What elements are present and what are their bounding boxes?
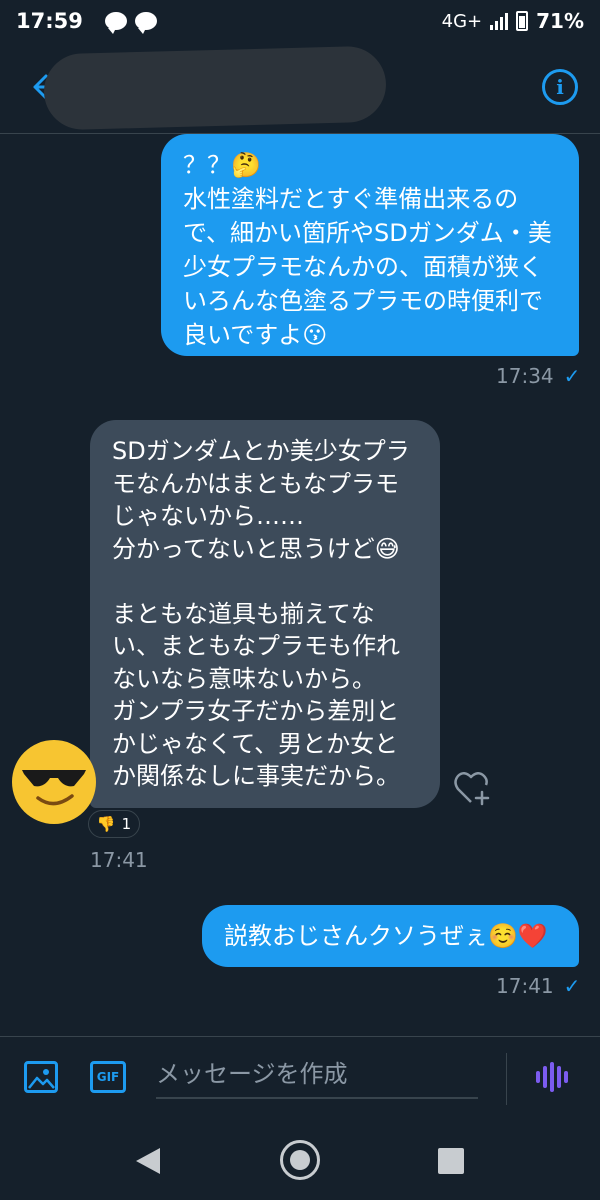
message-meta: 17:41 bbox=[90, 848, 148, 872]
message-input[interactable] bbox=[156, 1051, 478, 1099]
system-navigation-bar bbox=[0, 1120, 600, 1200]
network-type: 4G+ bbox=[441, 10, 483, 32]
reaction-count: 1 bbox=[121, 815, 132, 833]
nav-recents-icon[interactable] bbox=[438, 1148, 464, 1174]
conversation-header: i bbox=[0, 42, 600, 134]
reaction-badge[interactable]: 👎 1 bbox=[88, 810, 140, 838]
thumbs-down-icon: 👎 bbox=[96, 815, 116, 833]
nav-home-icon[interactable] bbox=[280, 1140, 320, 1180]
outgoing-message[interactable]: 説教おじさんクソうぜぇ☺️❤️ bbox=[202, 905, 579, 967]
battery-percent: 71% bbox=[536, 9, 584, 33]
status-time: 17:59 bbox=[16, 9, 83, 33]
chat-bubble-icon bbox=[104, 12, 127, 34]
message-composer: GIF bbox=[0, 1036, 600, 1120]
status-right: 4G+ 71% bbox=[442, 9, 584, 33]
chat-bubble-icon bbox=[134, 12, 157, 34]
gif-icon[interactable]: GIF bbox=[90, 1061, 126, 1093]
status-bar: 17:59 4G+ 71% bbox=[0, 0, 600, 42]
message-meta: 17:34 ✓ bbox=[496, 364, 580, 388]
divider bbox=[506, 1053, 507, 1105]
avatar[interactable] bbox=[12, 740, 96, 824]
incoming-message[interactable]: SDガンダムとか美少女プラモなんかはまともなプラモじゃないから…… 分かってない… bbox=[90, 420, 440, 808]
outgoing-message[interactable]: ？？🤔 水性塗料だとすぐ準備出来るので、細かい箇所やSDガンダム・美少女プラモな… bbox=[161, 134, 579, 356]
message-time: 17:41 bbox=[496, 974, 554, 998]
info-icon[interactable]: i bbox=[542, 69, 578, 105]
image-icon[interactable] bbox=[24, 1061, 58, 1093]
nav-back-icon[interactable] bbox=[136, 1148, 160, 1174]
message-time: 17:41 bbox=[90, 848, 148, 872]
check-icon: ✓ bbox=[563, 974, 581, 998]
signal-icon bbox=[490, 12, 509, 30]
add-reaction-heart-icon[interactable] bbox=[454, 770, 494, 806]
voice-message-icon[interactable] bbox=[536, 1061, 572, 1093]
battery-icon bbox=[516, 11, 529, 31]
message-meta: 17:41 ✓ bbox=[496, 974, 580, 998]
message-time: 17:34 bbox=[496, 364, 554, 388]
redacted-contact-name bbox=[43, 45, 387, 131]
notification-icons bbox=[104, 12, 157, 34]
check-icon: ✓ bbox=[563, 364, 581, 388]
